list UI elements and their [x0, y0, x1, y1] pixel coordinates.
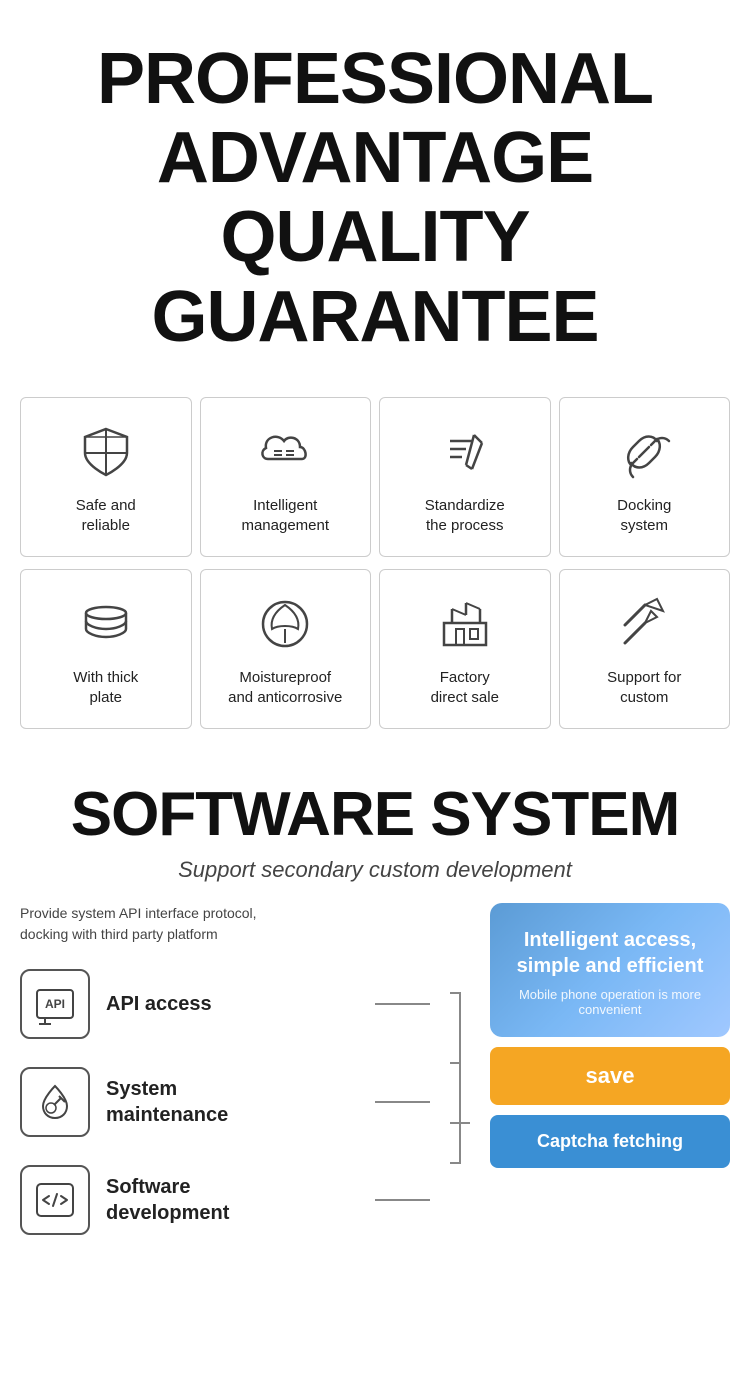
- software-title: SOFTWARE SYSTEM: [20, 781, 730, 849]
- header-title: PROFESSIONAL ADVANTAGE QUALITY GUARANTEE: [20, 40, 730, 357]
- feature-factory-direct: Factorydirect sale: [379, 569, 551, 729]
- edit-tools-icon: [612, 592, 676, 656]
- bracket-connector: [450, 963, 470, 1288]
- standardize-process-label: Standardizethe process: [425, 496, 505, 535]
- software-body: Provide system API interface protocol,do…: [20, 903, 730, 1288]
- feature-support-custom: Support forcustom: [559, 569, 731, 729]
- features-row-2: With thickplate Moistureproofand anticor…: [20, 569, 730, 729]
- api-access-label: API access: [106, 991, 212, 1017]
- code-icon: [20, 1165, 90, 1235]
- software-development-item: Softwaredevelopment: [20, 1165, 430, 1235]
- factory-icon: [433, 592, 497, 656]
- feature-docking-system: Dockingsystem: [559, 397, 731, 557]
- phone-card-main: Intelligent access,simple and efficient: [506, 927, 714, 979]
- software-subtitle: Support secondary custom development: [20, 857, 730, 883]
- feature-safe-reliable: Safe andreliable: [20, 397, 192, 557]
- save-button[interactable]: save: [490, 1047, 730, 1105]
- feature-moistureproof: Moistureproofand anticorrosive: [200, 569, 372, 729]
- software-right: Intelligent access,simple and efficient …: [490, 903, 730, 1168]
- feature-standardize-process: Standardizethe process: [379, 397, 551, 557]
- feature-intelligent-management: Intelligentmanagement: [200, 397, 372, 557]
- captcha-button[interactable]: Captcha fetching: [490, 1115, 730, 1168]
- layers-icon: [74, 592, 138, 656]
- api-access-item: API API access: [20, 969, 430, 1039]
- thick-plate-label: With thickplate: [73, 668, 138, 707]
- pen-ruler-icon: [433, 420, 497, 484]
- safe-reliable-label: Safe andreliable: [76, 496, 136, 535]
- link-icon: [612, 420, 676, 484]
- software-description: Provide system API interface protocol,do…: [20, 903, 430, 945]
- docking-system-label: Dockingsystem: [617, 496, 671, 535]
- intelligent-management-label: Intelligentmanagement: [241, 496, 329, 535]
- feature-thick-plate: With thickplate: [20, 569, 192, 729]
- software-left: Provide system API interface protocol,do…: [20, 903, 430, 1263]
- software-development-label: Softwaredevelopment: [106, 1174, 229, 1226]
- api-icon: API: [20, 969, 90, 1039]
- svg-text:API: API: [45, 997, 65, 1011]
- phone-card-sub: Mobile phone operation is moreconvenient: [506, 987, 714, 1017]
- shield-leaf-icon: [253, 592, 317, 656]
- system-maintenance-label: Systemmaintenance: [106, 1076, 228, 1128]
- support-custom-label: Support forcustom: [607, 668, 681, 707]
- header-section: PROFESSIONAL ADVANTAGE QUALITY GUARANTEE: [0, 0, 750, 387]
- phone-card: Intelligent access,simple and efficient …: [490, 903, 730, 1037]
- software-section: SOFTWARE SYSTEM Support secondary custom…: [0, 751, 750, 1308]
- droplet-wrench-icon: [20, 1067, 90, 1137]
- factory-direct-label: Factorydirect sale: [431, 668, 499, 707]
- cloud-settings-icon: [253, 420, 317, 484]
- moistureproof-label: Moistureproofand anticorrosive: [228, 668, 342, 707]
- features-section: Safe andreliable Intelligentmanagement: [0, 387, 750, 751]
- shield-icon: [74, 420, 138, 484]
- system-maintenance-item: Systemmaintenance: [20, 1067, 430, 1137]
- features-row-1: Safe andreliable Intelligentmanagement: [20, 397, 730, 557]
